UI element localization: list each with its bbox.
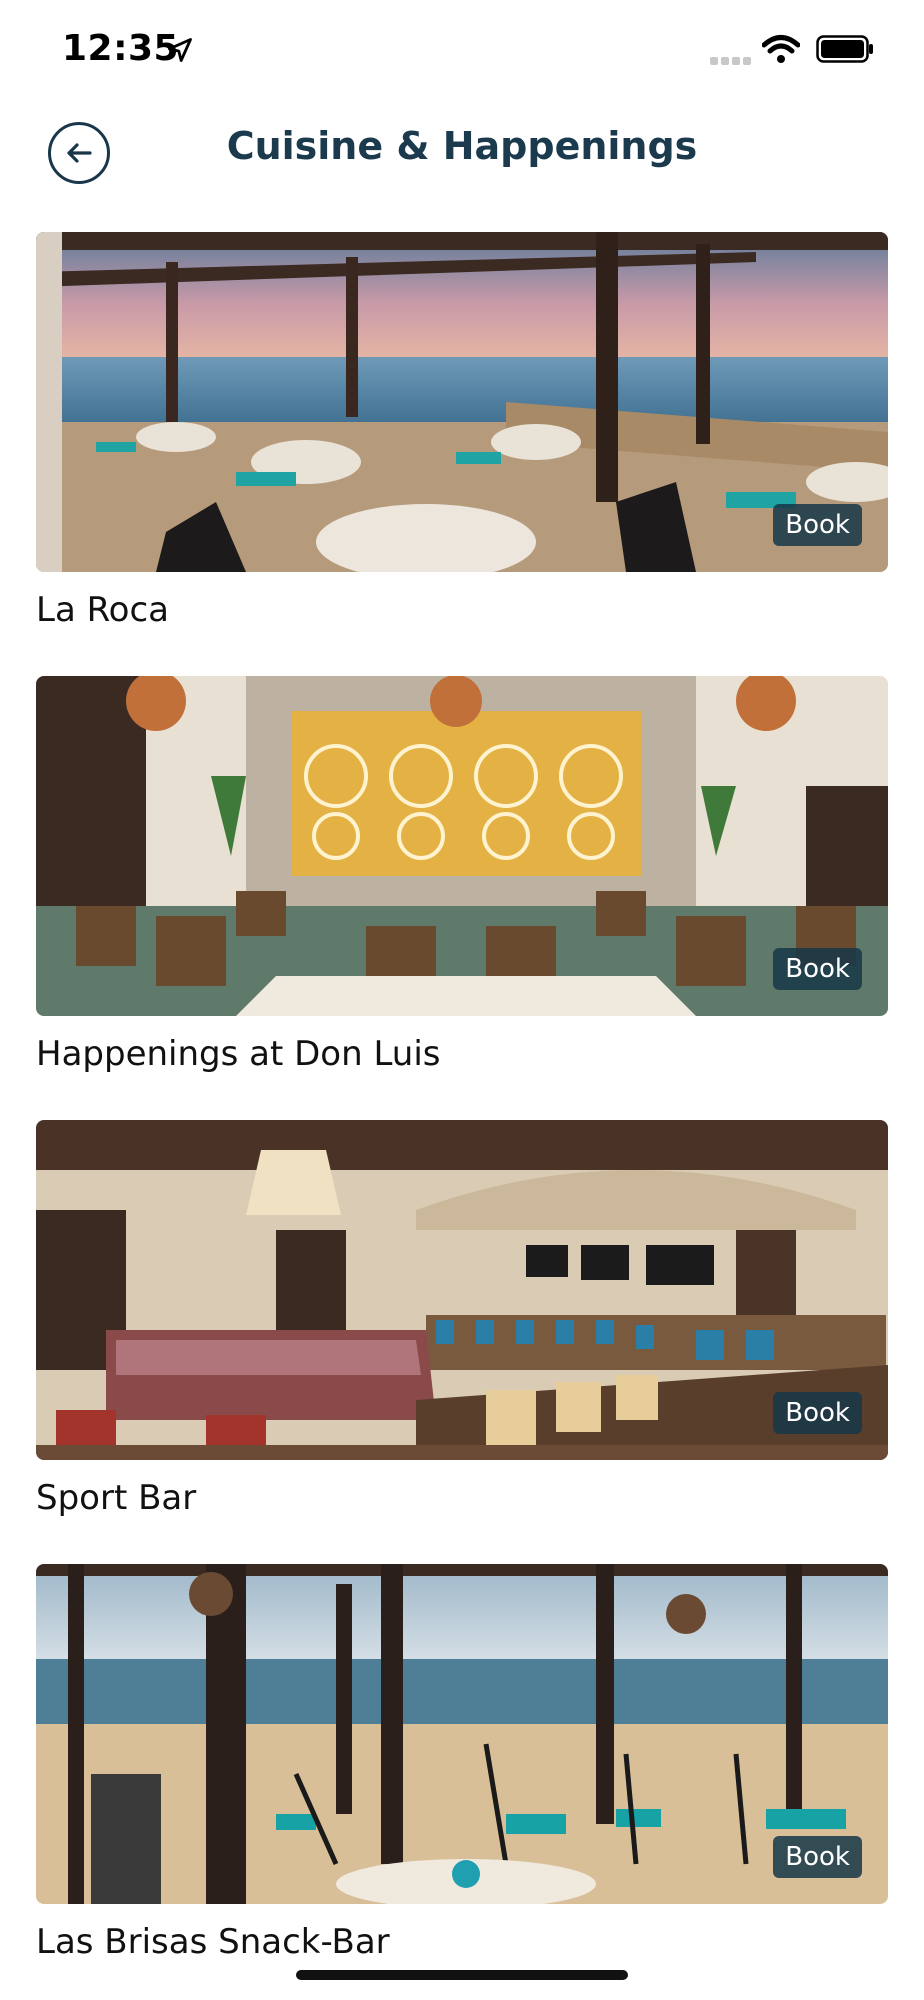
battery-icon (816, 35, 873, 63)
wifi-icon (762, 35, 800, 63)
venue-name: Las Brisas Snack-Bar (36, 1922, 390, 1962)
venue-photo[interactable]: Book (36, 676, 888, 1016)
book-button[interactable]: Book (773, 1836, 862, 1878)
venue-name: Sport Bar (36, 1478, 197, 1518)
venue-photo[interactable]: Book (36, 232, 888, 572)
status-time: 12:35 (62, 28, 180, 69)
venue-name: Happenings at Don Luis (36, 1034, 441, 1074)
cellular-signal-icon (710, 50, 756, 65)
venue-photo[interactable]: Book (36, 1564, 888, 1904)
book-button[interactable]: Book (773, 948, 862, 990)
venue-name: La Roca (36, 590, 170, 630)
status-bar: 12:35 (0, 0, 924, 100)
app-header: Cuisine & Happenings (0, 100, 924, 200)
home-indicator[interactable] (296, 1970, 628, 1980)
venue-photo[interactable]: Book (36, 1120, 888, 1460)
location-arrow-icon (168, 38, 192, 62)
book-button[interactable]: Book (773, 1392, 862, 1434)
book-button[interactable]: Book (773, 504, 862, 546)
page-title: Cuisine & Happenings (226, 124, 698, 168)
